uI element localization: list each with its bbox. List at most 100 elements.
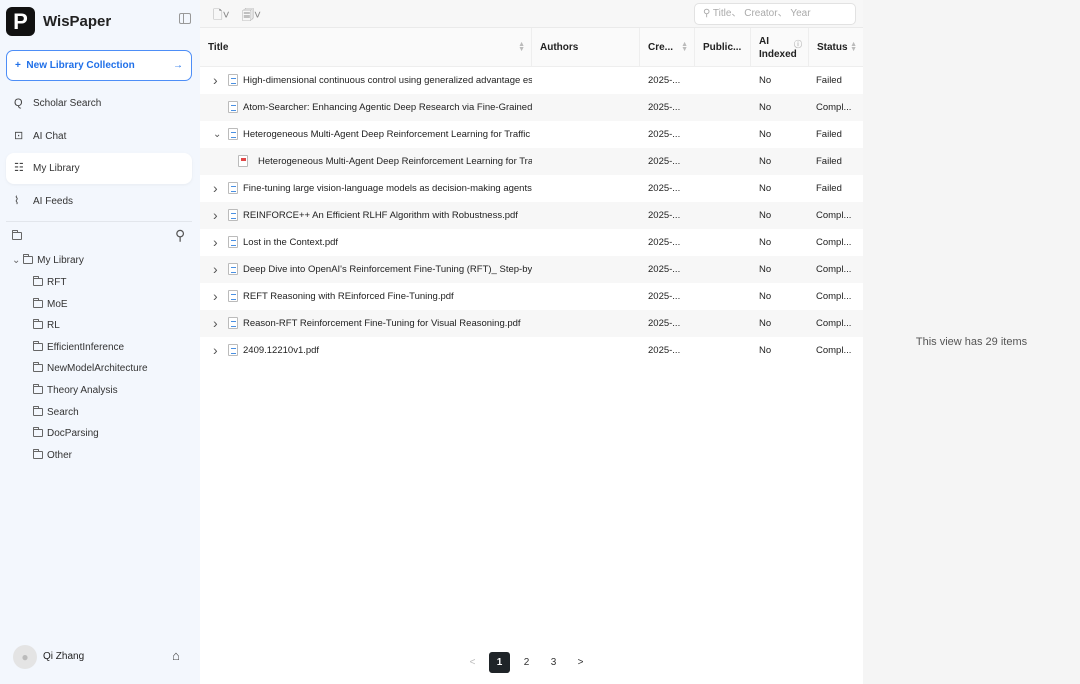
row-created: 2025-...: [648, 345, 681, 356]
new-library-collection-button[interactable]: + New Library Collection →: [6, 50, 192, 81]
arrow-right-icon: →: [173, 60, 183, 71]
row-ai-indexed: No: [759, 156, 772, 167]
sidebar-item-my-library[interactable]: ☷ My Library: [6, 153, 192, 184]
row-created: 2025-...: [648, 129, 681, 140]
add-document-icon[interactable]: 🗋˅: [213, 6, 230, 27]
table-row[interactable]: Atom-Searcher: Enhancing Agentic Deep Re…: [200, 94, 863, 121]
folder-item[interactable]: Theory Analysis: [33, 383, 118, 399]
row-ai-indexed: No: [759, 291, 772, 302]
folder-icon: [23, 254, 34, 264]
sidebar-item-scholar-search[interactable]: Q Scholar Search: [6, 88, 192, 119]
column-header[interactable]: Title ▲ ▼: [200, 28, 532, 67]
folder-item[interactable]: RL: [33, 318, 60, 334]
toolbar: 🗋˅ 🗐˅ ⚲ Title、 Creator、 Year: [200, 0, 863, 28]
sort-icon[interactable]: ▲ ▼: [518, 41, 525, 53]
column-label: Title: [208, 42, 229, 53]
folder-label: Other: [47, 449, 73, 461]
column-header[interactable]: AI Indexed ⓘ: [751, 28, 809, 67]
column-header[interactable]: Authors: [532, 28, 640, 67]
row-status: Compl...: [816, 210, 852, 221]
page-1-button[interactable]: 1: [489, 652, 510, 673]
pdf-file-icon: [238, 155, 248, 167]
import-document-icon[interactable]: 🗐˅: [242, 6, 261, 27]
avatar[interactable]: ●: [13, 645, 37, 669]
page-3-button[interactable]: 3: [543, 652, 564, 673]
table-row[interactable]: › Deep Dive into OpenAI's Reinforcement …: [200, 256, 863, 283]
table-row[interactable]: › Fine-tuning large vision-language mode…: [200, 175, 863, 202]
row-title[interactable]: Heterogeneous Multi-Agent Deep Reinforce…: [258, 148, 532, 175]
folder-label: Theory Analysis: [47, 385, 118, 396]
row-title[interactable]: Heterogeneous Multi-Agent Deep Reinforce…: [243, 121, 532, 148]
sidebar-item-ai-feeds[interactable]: ⌇ AI Feeds: [6, 186, 192, 217]
table-row[interactable]: › Reason-RFT Reinforcement Fine-Tuning f…: [200, 310, 863, 337]
divider: [6, 221, 192, 222]
table-row[interactable]: Heterogeneous Multi-Agent Deep Reinforce…: [200, 148, 863, 175]
row-title[interactable]: REFT Reasoning with REinforced Fine-Tuni…: [243, 283, 532, 310]
row-created: 2025-...: [648, 237, 681, 248]
app-name: WisPaper: [43, 13, 112, 30]
sort-icon[interactable]: ▲ ▼: [850, 41, 857, 53]
folder-add-icon[interactable]: [12, 229, 26, 245]
chevron-right-icon[interactable]: ›: [213, 229, 218, 256]
table-row[interactable]: › REFT Reasoning with REinforced Fine-Tu…: [200, 283, 863, 310]
search-icon: ⚲: [703, 8, 713, 19]
row-title[interactable]: 2409.12210v1.pdf: [243, 337, 532, 364]
next-page-button[interactable]: >: [570, 652, 591, 673]
folder-search-icon[interactable]: ⚲: [175, 227, 185, 243]
table-row[interactable]: › High-dimensional continuous control us…: [200, 67, 863, 94]
tree-root-my-library[interactable]: ⌄ My Library: [12, 253, 84, 269]
folder-icon: [33, 448, 43, 459]
home-icon[interactable]: ⌂: [172, 648, 180, 663]
row-ai-indexed: No: [759, 210, 772, 221]
row-ai-indexed: No: [759, 183, 772, 194]
column-header[interactable]: Public...: [695, 28, 751, 67]
row-title[interactable]: Deep Dive into OpenAI's Reinforcement Fi…: [243, 256, 532, 283]
row-ai-indexed: No: [759, 318, 772, 329]
folder-item[interactable]: Other: [33, 448, 72, 464]
folder-item[interactable]: NewModelArchitecture: [33, 361, 148, 377]
chevron-down-icon[interactable]: ⌄: [213, 121, 221, 148]
page-2-button[interactable]: 2: [516, 652, 537, 673]
row-status: Failed: [816, 183, 842, 194]
table-row[interactable]: › 2409.12210v1.pdf 2025-... No Compl...: [200, 337, 863, 364]
table-row[interactable]: ⌄ Heterogeneous Multi-Agent Deep Reinfor…: [200, 121, 863, 148]
row-title[interactable]: REINFORCE++ An Efficient RLHF Algorithm …: [243, 202, 532, 229]
row-title[interactable]: High-dimensional continuous control usin…: [243, 67, 532, 94]
chevron-right-icon[interactable]: ›: [213, 175, 218, 202]
row-created: 2025-...: [648, 291, 681, 302]
sidebar-item-ai-chat[interactable]: ⊡ AI Chat: [6, 121, 192, 152]
column-label: Status: [817, 42, 848, 53]
column-header[interactable]: Cre... ▲ ▼: [640, 28, 695, 67]
row-status: Failed: [816, 75, 842, 86]
chevron-right-icon[interactable]: ›: [213, 256, 218, 283]
row-created: 2025-...: [648, 102, 681, 113]
table-row[interactable]: › Lost in the Context.pdf 2025-... No Co…: [200, 229, 863, 256]
folder-item[interactable]: MoE: [33, 297, 68, 313]
chevron-right-icon[interactable]: ›: [213, 202, 218, 229]
search-input[interactable]: ⚲ Title、 Creator、 Year: [694, 3, 856, 25]
folder-item[interactable]: RFT: [33, 275, 66, 291]
folder-item[interactable]: DocParsing: [33, 426, 99, 442]
row-title[interactable]: Lost in the Context.pdf: [243, 229, 532, 256]
chevron-right-icon[interactable]: ›: [213, 67, 218, 94]
row-ai-indexed: No: [759, 75, 772, 86]
chevron-right-icon[interactable]: ›: [213, 337, 218, 364]
chevron-right-icon[interactable]: ›: [213, 310, 218, 337]
rss-icon: ⌇: [14, 194, 20, 207]
document-icon: [228, 290, 238, 302]
document-icon: [228, 317, 238, 329]
sidebar-collapse-icon[interactable]: [179, 13, 191, 24]
row-title[interactable]: Fine-tuning large vision-language models…: [243, 175, 532, 202]
row-title[interactable]: Atom-Searcher: Enhancing Agentic Deep Re…: [243, 94, 532, 121]
chevron-right-icon[interactable]: ›: [213, 283, 218, 310]
folder-item[interactable]: Search: [33, 405, 79, 421]
prev-page-button[interactable]: <: [462, 652, 483, 673]
row-status: Compl...: [816, 291, 852, 302]
document-icon: [228, 74, 238, 86]
folder-item[interactable]: EfficientInference: [33, 340, 124, 356]
sort-icon[interactable]: ▲ ▼: [681, 41, 688, 53]
column-header[interactable]: Status ▲ ▼: [809, 28, 863, 67]
table-row[interactable]: › REINFORCE++ An Efficient RLHF Algorith…: [200, 202, 863, 229]
row-title[interactable]: Reason-RFT Reinforcement Fine-Tuning for…: [243, 310, 532, 337]
folder-icon: [33, 297, 43, 308]
